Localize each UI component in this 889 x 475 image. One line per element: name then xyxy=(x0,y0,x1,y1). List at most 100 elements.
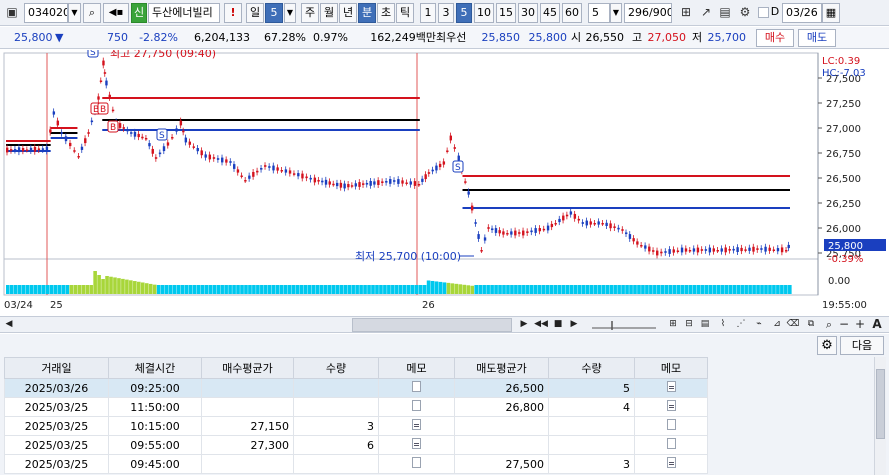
interval-60[interactable]: 60 xyxy=(562,3,582,23)
memo-icon[interactable] xyxy=(666,381,676,392)
period-day[interactable]: 일 xyxy=(246,3,264,23)
draw-tool-icon[interactable]: ↗ xyxy=(697,3,715,23)
price-chart[interactable]: 27,500 27,250 27,000 26,750 26,500 26,250 26,0… xyxy=(0,50,889,316)
scrollbar-thumb[interactable] xyxy=(352,318,512,332)
volume-bar xyxy=(363,285,367,294)
memo-icon[interactable] xyxy=(412,400,421,411)
zoom-search-icon[interactable]: ⌕ xyxy=(822,318,836,332)
memo-icon[interactable] xyxy=(412,438,421,449)
buy-memo-cell[interactable] xyxy=(378,378,455,398)
volume-bar xyxy=(402,285,407,294)
candle xyxy=(208,154,212,160)
sell-memo-cell[interactable] xyxy=(634,397,708,417)
interval-45[interactable]: 45 xyxy=(540,3,560,23)
sell-memo-cell[interactable] xyxy=(634,454,708,474)
table-row[interactable]: 2025/03/25 11:50:00 26,800 4 xyxy=(4,397,708,417)
compare-icon[interactable]: ⊟ xyxy=(682,318,696,332)
scroll-left-button[interactable]: ◀ xyxy=(4,318,14,332)
interval-5[interactable]: 5 xyxy=(456,3,472,23)
trend-tool-icon[interactable]: ⋰ xyxy=(734,318,748,332)
interval-30[interactable]: 30 xyxy=(518,3,538,23)
screenshot-icon[interactable]: ⧉ xyxy=(804,318,818,332)
period-minute[interactable]: 분 xyxy=(358,3,376,23)
table-scrollbar-thumb[interactable] xyxy=(876,369,885,439)
memo-icon[interactable] xyxy=(412,457,421,468)
memo-icon[interactable] xyxy=(412,419,421,430)
zoom-slider[interactable] xyxy=(590,318,660,332)
buy-button[interactable]: 매수 xyxy=(756,29,794,47)
col-buy-qty[interactable]: 수량 xyxy=(293,357,379,379)
buy-memo-cell[interactable] xyxy=(378,435,455,455)
code-dropdown-button[interactable]: ▼ xyxy=(68,3,81,23)
col-sell-memo[interactable]: 메모 xyxy=(634,357,708,379)
table-row[interactable]: 2025/03/26 09:25:00 26,500 5 xyxy=(4,378,708,398)
table-row[interactable]: 2025/03/25 10:15:00 27,150 3 xyxy=(4,416,708,436)
next-button[interactable]: 다음 xyxy=(840,336,884,355)
col-sell-avg[interactable]: 매도평균가 xyxy=(454,357,549,379)
stock-name-field[interactable]: 두산에너빌리 xyxy=(148,3,220,23)
period-week[interactable]: 주 xyxy=(301,3,319,23)
period-year[interactable]: 년 xyxy=(339,3,357,23)
bar-count-field[interactable]: 296/900 xyxy=(624,3,672,23)
memo-icon[interactable] xyxy=(412,381,421,392)
period-dropdown-button[interactable]: ▼ xyxy=(284,3,296,23)
table-icon[interactable]: ▤ xyxy=(698,318,712,332)
buy-memo-cell[interactable] xyxy=(378,397,455,417)
go-first-button[interactable]: ◀◀ xyxy=(534,318,548,332)
memo-icon[interactable] xyxy=(666,457,676,468)
indicator-icon[interactable]: ⊞ xyxy=(666,318,680,332)
col-sell-qty[interactable]: 수량 xyxy=(548,357,635,379)
buy-memo-cell[interactable] xyxy=(378,416,455,436)
search-icon[interactable]: ⌕ xyxy=(83,3,101,23)
period-month[interactable]: 월 xyxy=(320,3,338,23)
stop-button[interactable]: ■ xyxy=(552,318,564,332)
zoom-in-button[interactable]: + xyxy=(854,318,866,332)
stock-code-input[interactable]: 034020 xyxy=(24,3,68,23)
zoom-out-button[interactable]: − xyxy=(838,318,850,332)
sell-memo-cell[interactable] xyxy=(634,435,708,455)
gear-icon[interactable]: ⚙ xyxy=(736,3,754,23)
period-tick[interactable]: 틱 xyxy=(396,3,414,23)
table-row[interactable]: 2025/03/25 09:55:00 27,300 6 xyxy=(4,435,708,455)
interval-1[interactable]: 1 xyxy=(420,3,436,23)
col-exec-time[interactable]: 체결시간 xyxy=(108,357,202,379)
interval-custom-input[interactable]: 5 xyxy=(588,3,610,23)
interval-15[interactable]: 15 xyxy=(496,3,516,23)
eraser-icon[interactable]: ⌫ xyxy=(786,318,800,332)
sell-memo-cell[interactable] xyxy=(634,378,708,398)
date-field[interactable]: 03/26 xyxy=(782,3,822,23)
fib-tool-icon[interactable]: ⊿ xyxy=(770,318,784,332)
warning-button[interactable]: ! xyxy=(224,3,242,23)
calendar-icon[interactable]: ▦ xyxy=(822,3,840,23)
period-second[interactable]: 초 xyxy=(377,3,395,23)
date-checkbox[interactable] xyxy=(758,7,769,18)
table-row[interactable]: 2025/03/25 09:45:00 27,500 3 xyxy=(4,454,708,474)
candle xyxy=(558,218,561,223)
memo-icon[interactable] xyxy=(666,438,676,449)
chart-settings-icon[interactable]: ⊞ xyxy=(677,3,695,23)
sound-icon[interactable]: ◀▪ xyxy=(103,3,129,23)
line-tool-icon[interactable]: ⌇ xyxy=(716,318,730,332)
save-icon[interactable]: ▤ xyxy=(716,3,734,23)
font-size-button[interactable]: A xyxy=(870,318,884,332)
buy-memo-cell[interactable] xyxy=(378,454,455,474)
interval-10[interactable]: 10 xyxy=(474,3,494,23)
sell-button[interactable]: 매도 xyxy=(798,29,836,47)
scroll-right-button[interactable]: ▶ xyxy=(518,318,530,332)
memo-icon[interactable] xyxy=(666,400,676,411)
memo-icon[interactable] xyxy=(666,419,676,430)
candle xyxy=(260,168,263,170)
table-scrollbar[interactable] xyxy=(874,357,886,475)
play-button[interactable]: ▶ xyxy=(568,318,580,332)
interval-3[interactable]: 3 xyxy=(438,3,454,23)
period-day-count[interactable]: 5 xyxy=(265,3,283,23)
sell-memo-cell[interactable] xyxy=(634,416,708,436)
chart-canvas[interactable]: 27,50027,25027,00026,75026,50026,25026,0… xyxy=(0,50,889,316)
wave-tool-icon[interactable]: ⌁ xyxy=(752,318,766,332)
interval-dropdown-button[interactable]: ▼ xyxy=(610,3,622,23)
col-trade-date[interactable]: 거래일 xyxy=(4,357,109,379)
window-layout-icon[interactable]: ▣ xyxy=(3,3,21,23)
col-buy-avg[interactable]: 매수평균가 xyxy=(201,357,294,379)
col-buy-memo[interactable]: 메모 xyxy=(378,357,455,379)
panel-gear-icon[interactable]: ⚙ xyxy=(817,336,837,355)
